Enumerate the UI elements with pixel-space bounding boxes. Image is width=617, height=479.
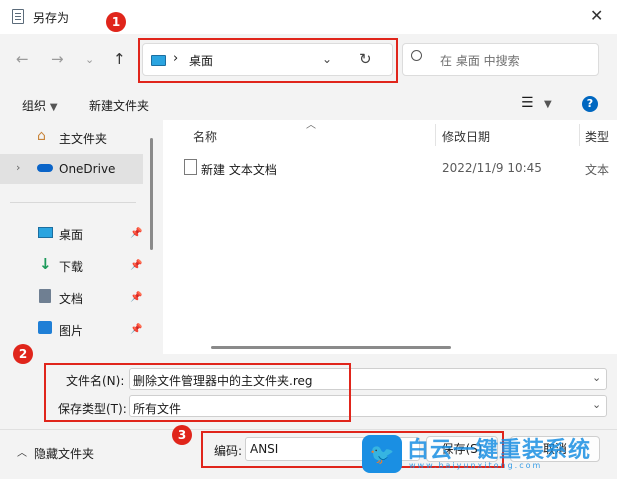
chevron-down-icon: ▼ [49,102,58,113]
file-type: 文本 [585,163,610,177]
filetype-dropdown-icon[interactable]: ⌄ [592,398,601,411]
desktop-icon [38,227,53,238]
pin-icon[interactable]: 📌 [130,292,142,303]
annotation-box-2 [44,363,351,422]
expand-chevron-icon[interactable]: › [16,161,20,174]
text-file-icon [184,159,197,175]
sort-up-icon: ︿ [306,120,316,131]
hide-folders-button[interactable]: 隐藏文件夹 [34,445,94,462]
search-placeholder: 在 桌面 中搜索 [440,54,520,68]
file-date: 2022/11/9 10:45 [442,161,542,175]
organize-label: 组织 [22,99,47,113]
title-bar [0,0,617,34]
column-date-header[interactable]: 修改日期 [442,128,490,145]
pin-icon[interactable]: 📌 [130,228,142,239]
annotation-badge-3: 3 [172,425,192,445]
annotation-badge-2: 2 [13,344,33,364]
sidebar-item-label: 下载 [59,260,84,274]
sidebar-divider [10,202,136,203]
close-icon[interactable]: ✕ [590,6,603,25]
document-icon [39,289,51,303]
help-icon[interactable]: ? [582,96,598,112]
annotation-badge-1: 1 [106,12,126,32]
new-folder-button[interactable]: 新建文件夹 [89,97,149,114]
filename-dropdown-icon[interactable]: ⌄ [592,371,601,384]
column-divider[interactable] [579,124,580,146]
sidebar-item-label: OneDrive [59,162,116,176]
column-divider[interactable] [435,124,436,146]
sidebar-item-label: 主文件夹 [59,132,108,146]
picture-icon [38,321,52,334]
column-name-header[interactable]: 名称 [193,128,217,145]
sidebar-item-label: 图片 [59,324,84,338]
watermark-url: www.baiyunxitong.com [409,461,543,470]
home-icon: ⌂ [37,128,46,144]
sidebar-scrollbar[interactable] [150,138,153,250]
forward-arrow-icon[interactable]: → [51,50,64,68]
pin-icon[interactable]: 📌 [130,324,142,335]
column-type-header[interactable]: 类型 [585,128,609,145]
file-name: 新建 文本文档 [201,163,277,177]
pin-icon[interactable]: 📌 [130,260,142,271]
window-title: 另存为 [33,11,70,25]
horizontal-scrollbar[interactable] [211,346,451,349]
cloud-icon [37,164,53,172]
notepad-icon [12,9,24,24]
download-arrow-icon: ↓ [39,255,52,273]
search-icon [411,50,422,61]
view-chevron-down-icon[interactable]: ▼ [544,99,552,110]
up-arrow-icon[interactable]: ↑ [113,50,126,68]
organize-button[interactable]: 组织 ▼ [22,97,58,114]
annotation-box-1 [138,38,398,83]
view-menu-icon[interactable]: ☰ [521,95,534,111]
sidebar-item-label: 桌面 [59,228,84,242]
form-divider [0,429,617,430]
sidebar-item-label: 文档 [59,292,84,306]
bird-logo-icon: 🐦 [362,435,402,473]
back-arrow-icon[interactable]: ← [16,50,29,68]
collapse-chevron-icon[interactable]: ︿ [17,444,27,459]
recent-chevron-down-icon[interactable]: ⌄ [85,53,94,66]
watermark-text: 白云一键重装系统 [407,438,592,463]
